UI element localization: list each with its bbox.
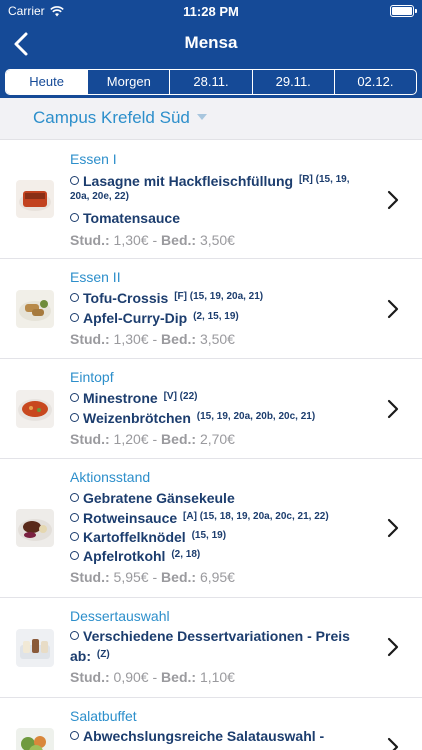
dish-name: Lasagne mit Hackfleischfüllung	[83, 173, 294, 189]
dish-name: Weizenbrötchen	[83, 410, 191, 426]
chevron-right-icon	[387, 737, 399, 750]
dish-item-continued: ab: (Z)	[70, 646, 110, 665]
price-line: Stud.: 1,30€ - Bed.: 3,50€	[70, 331, 235, 347]
menu-row-essen-2[interactable]: Essen II Tofu-Crossis [F] (15, 19, 20a, …	[0, 259, 422, 359]
dish-name-line2: ab:	[70, 648, 91, 664]
dish-tags: (2, 18)	[171, 549, 201, 560]
tab-today[interactable]: Heute	[6, 70, 88, 94]
price-line: Stud.: 1,30€ - Bed.: 3,50€	[70, 232, 235, 248]
menu-list: Essen I Lasagne mit Hackfleischfüllung […	[0, 141, 422, 750]
day-selector-bar: Heute Morgen 28.11. 29.11. 02.12.	[0, 66, 422, 98]
dish-photo	[16, 180, 54, 218]
tab-date-28-11[interactable]: 28.11.	[169, 70, 251, 94]
circle-icon	[70, 313, 79, 322]
dish-name: Minestrone	[83, 390, 158, 406]
category-label: Dessertauswahl	[70, 608, 170, 624]
dish-item: Apfel-Curry-Dip (2, 15, 19)	[70, 308, 239, 327]
chevron-right-icon	[387, 299, 399, 319]
dish-name: Abwechslungsreiche Salatauswahl -	[83, 728, 325, 744]
category-label: Eintopf	[70, 369, 114, 385]
circle-icon	[70, 176, 79, 185]
chevron-right-icon	[387, 637, 399, 657]
circle-icon	[70, 213, 79, 222]
day-segmented-control: Heute Morgen 28.11. 29.11. 02.12.	[5, 69, 417, 95]
circle-icon	[70, 393, 79, 402]
circle-icon	[70, 413, 79, 422]
circle-icon	[70, 493, 79, 502]
circle-icon	[70, 731, 79, 740]
dish-tags-line2: 20a, 20e, 22)	[70, 191, 129, 202]
chevron-down-icon	[197, 114, 207, 120]
category-label: Salatbuffet	[70, 708, 137, 724]
dish-item: Tomatensauce	[70, 209, 180, 227]
dish-item: Kartoffelknödel (15, 19)	[70, 527, 226, 546]
dish-photo	[16, 728, 54, 750]
circle-icon	[70, 551, 79, 560]
dish-name: Tomatensauce	[83, 210, 180, 226]
dish-photo	[16, 290, 54, 328]
circle-icon	[70, 631, 79, 640]
dish-tags: (15, 19)	[191, 530, 227, 541]
dish-photo	[16, 390, 54, 428]
dish-photo	[16, 509, 54, 547]
dish-name: Apfel-Curry-Dip	[83, 310, 188, 326]
dish-item: Minestrone [V] (22)	[70, 388, 197, 407]
dish-tags: (2, 15, 19)	[193, 311, 239, 322]
dish-tags: (Z)	[96, 649, 110, 660]
circle-icon	[70, 513, 79, 522]
chevron-right-icon	[387, 518, 399, 538]
navigation-bar: Mensa	[0, 22, 422, 66]
price-line: Stud.: 0,90€ - Bed.: 1,10€	[70, 669, 235, 685]
chevron-right-icon	[387, 190, 399, 210]
dish-tags: [R] (15, 19,	[298, 174, 350, 185]
menu-row-essen-1[interactable]: Essen I Lasagne mit Hackfleischfüllung […	[0, 141, 422, 259]
category-label: Essen II	[70, 269, 121, 285]
dish-tags-continued: 20a, 20e, 22)	[70, 188, 129, 207]
menu-row-salatbuffet[interactable]: Salatbuffet Abwechslungsreiche Salatausw…	[0, 698, 422, 750]
menu-row-aktionsstand[interactable]: Aktionsstand Gebratene Gänsekeule Rotwei…	[0, 459, 422, 598]
battery-icon	[390, 5, 417, 17]
category-label: Essen I	[70, 151, 117, 167]
price-line: Stud.: 5,95€ - Bed.: 6,95€	[70, 569, 235, 585]
dish-tags: [A] (15, 18, 19, 20a, 20c, 21, 22)	[183, 511, 329, 522]
dish-tags: [F] (15, 19, 20a, 21)	[174, 291, 264, 302]
dish-name: Gebratene Gänsekeule	[83, 490, 235, 506]
dish-tags: (15, 19, 20a, 20b, 20c, 21)	[196, 411, 316, 422]
dish-item: Rotweinsauce [A] (15, 18, 19, 20a, 20c, …	[70, 508, 329, 527]
category-label: Aktionsstand	[70, 469, 151, 485]
chevron-right-icon	[387, 399, 399, 419]
dish-item: Weizenbrötchen (15, 19, 20a, 20b, 20c, 2…	[70, 408, 315, 427]
campus-label: Campus Krefeld Süd	[33, 108, 190, 127]
dish-item: Gebratene Gänsekeule	[70, 489, 235, 507]
menu-row-eintopf[interactable]: Eintopf Minestrone [V] (22) Weizenbrötch…	[0, 359, 422, 459]
dish-name: Verschiedene Dessertvariationen - Preis	[83, 628, 350, 644]
dish-name: Tofu-Crossis	[83, 290, 169, 306]
dish-item: Tofu-Crossis [F] (15, 19, 20a, 21)	[70, 288, 263, 307]
status-time: 11:28 PM	[183, 4, 239, 19]
page-title: Mensa	[184, 33, 238, 52]
circle-icon	[70, 532, 79, 541]
status-bar: Carrier 11:28 PM	[0, 0, 422, 22]
dish-item: Verschiedene Dessertvariationen - Preis	[70, 627, 350, 645]
price-line: Stud.: 1,20€ - Bed.: 2,70€	[70, 431, 235, 447]
tab-date-02-12[interactable]: 02.12.	[333, 70, 416, 94]
dish-name: Kartoffelknödel	[83, 529, 186, 545]
dish-item: Abwechslungsreiche Salatauswahl -	[70, 727, 324, 745]
dish-photo	[16, 629, 54, 667]
circle-icon	[70, 293, 79, 302]
tab-date-29-11[interactable]: 29.11.	[251, 70, 334, 94]
dish-item: Apfelrotkohl (2, 18)	[70, 546, 200, 565]
tab-tomorrow[interactable]: Morgen	[87, 70, 169, 94]
dish-name: Rotweinsauce	[83, 510, 178, 526]
dish-name: Apfelrotkohl	[83, 548, 166, 564]
menu-row-dessertauswahl[interactable]: Dessertauswahl Verschiedene Dessertvaria…	[0, 598, 422, 698]
campus-selector[interactable]: Campus Krefeld Süd	[0, 98, 422, 140]
dish-tags: [V] (22)	[163, 391, 198, 402]
